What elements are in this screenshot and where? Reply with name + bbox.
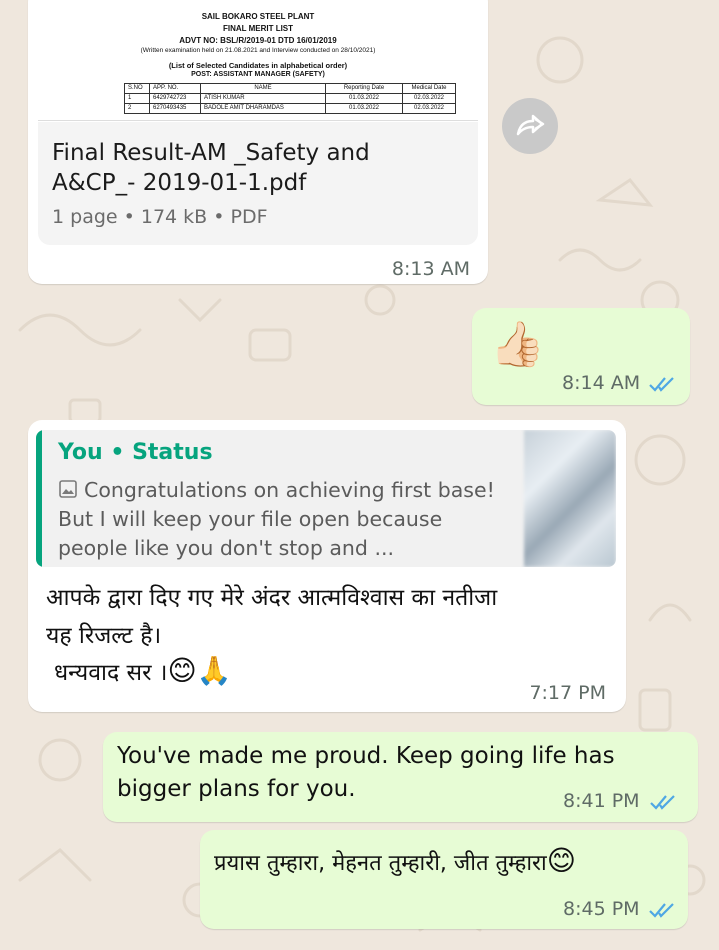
thanks-text: धन्यवाद सर । bbox=[54, 660, 168, 686]
quote-text: Congratulations on achieving first base!… bbox=[58, 476, 518, 563]
double-check-icon bbox=[649, 903, 674, 918]
message-time: 8:13 AM bbox=[391, 258, 470, 280]
smile-emoji: 😊 bbox=[546, 844, 576, 877]
pdf-heading: SAIL BOKARO STEEL PLANT bbox=[201, 12, 315, 21]
pdf-col-header: S.NO bbox=[124, 83, 150, 94]
quote-bar bbox=[36, 430, 42, 567]
thumbs-up-emoji: 👍🏻 bbox=[490, 319, 545, 370]
quote-text-content: Congratulations on achieving first base!… bbox=[58, 478, 495, 560]
status-thumbnail bbox=[524, 430, 616, 567]
message-time: 8:45 PM bbox=[563, 898, 640, 920]
message-text: प्रयास तुम्हारा, मेहनत तुम्हारी, जीत तुम… bbox=[214, 844, 576, 877]
pdf-cell: 2 bbox=[124, 103, 150, 114]
message-text-line: यह रिजल्ट है। bbox=[46, 623, 162, 649]
pdf-cell: 02.03.2022 bbox=[402, 93, 456, 104]
message-time: 7:17 PM bbox=[529, 682, 606, 704]
pdf-col-header: APP. NO. bbox=[149, 83, 201, 94]
message-proud[interactable]: You've made me proud. Keep going life ha… bbox=[103, 732, 698, 822]
pdf-post: POST: ASSISTANT MANAGER (SAFETY) bbox=[191, 71, 325, 78]
pdf-subheading: FINAL MERIT LIST bbox=[222, 24, 294, 33]
pdf-list-title: (List of Selected Candidates in alphabet… bbox=[168, 61, 348, 70]
pdf-file-card[interactable]: Final Result-AM _Safety and A&CP_- 2019-… bbox=[38, 122, 478, 245]
pdf-file-name: Final Result-AM _Safety and A&CP_- 2019-… bbox=[52, 140, 370, 196]
pdf-col-header: Medical Date bbox=[402, 83, 456, 94]
pdf-file-meta: 1 page • 174 kB • PDF bbox=[52, 206, 268, 228]
praise-text: प्रयास तुम्हारा, मेहनत तुम्हारी, जीत तुम… bbox=[214, 851, 547, 876]
smile-pray-emoji: 😊🙏 bbox=[167, 654, 232, 687]
message-document[interactable]: SAIL BOKARO STEEL PLANT FINAL MERIT LIST… bbox=[28, 0, 488, 284]
message-hindi-praise[interactable]: प्रयास तुम्हारा, मेहनत तुम्हारी, जीत तुम… bbox=[200, 830, 688, 929]
pdf-note: (Written examination held on 21.08.2021 … bbox=[140, 47, 376, 54]
pdf-cell: 6270493435 bbox=[149, 103, 201, 114]
pdf-preview[interactable]: SAIL BOKARO STEEL PLANT FINAL MERIT LIST… bbox=[38, 0, 478, 121]
pdf-cell: 1 bbox=[124, 93, 150, 104]
double-check-icon bbox=[650, 795, 675, 810]
forward-icon bbox=[516, 114, 545, 136]
pdf-table-header: S.NO APP. NO. NAME Reporting Date Medica… bbox=[124, 83, 456, 94]
pdf-table-row: 2 6270493435 BADOLE AMIT DHARAMDAS 01.03… bbox=[124, 103, 456, 114]
pdf-cell: ATISH KUMAR bbox=[200, 93, 326, 104]
message-text-line: धन्यवाद सर ।😊🙏 bbox=[54, 654, 232, 687]
pdf-advt: ADVT NO: BSL/R/2019-01 DTD 16/01/2019 bbox=[179, 36, 337, 45]
pdf-table-row: 1 6429742723 ATISH KUMAR 01.03.2022 02.0… bbox=[124, 93, 456, 104]
forward-button[interactable] bbox=[502, 98, 558, 154]
double-check-icon bbox=[649, 377, 674, 392]
pdf-cell: 6429742723 bbox=[149, 93, 201, 104]
message-time: 8:14 AM bbox=[562, 372, 641, 394]
pdf-col-header: NAME bbox=[200, 83, 326, 94]
message-time: 8:41 PM bbox=[563, 790, 640, 812]
quoted-status[interactable]: You • Status Congratulations on achievin… bbox=[36, 430, 616, 567]
quote-author: You • Status bbox=[58, 440, 213, 465]
message-thumbs-up[interactable]: 👍🏻 8:14 AM bbox=[472, 308, 690, 405]
pdf-table: S.NO APP. NO. NAME Reporting Date Medica… bbox=[124, 83, 456, 114]
image-icon bbox=[59, 480, 77, 498]
pdf-col-header: Reporting Date bbox=[325, 83, 403, 94]
pdf-cell: 01.03.2022 bbox=[325, 103, 403, 114]
pdf-cell: 02.03.2022 bbox=[402, 103, 456, 114]
pdf-cell: BADOLE AMIT DHARAMDAS bbox=[200, 103, 326, 114]
pdf-cell: 01.03.2022 bbox=[325, 93, 403, 104]
message-reply[interactable]: You • Status Congratulations on achievin… bbox=[28, 420, 626, 712]
message-text-line: आपके द्वारा दिए गए मेरे अंदर आत्मविश्वास… bbox=[46, 585, 498, 611]
